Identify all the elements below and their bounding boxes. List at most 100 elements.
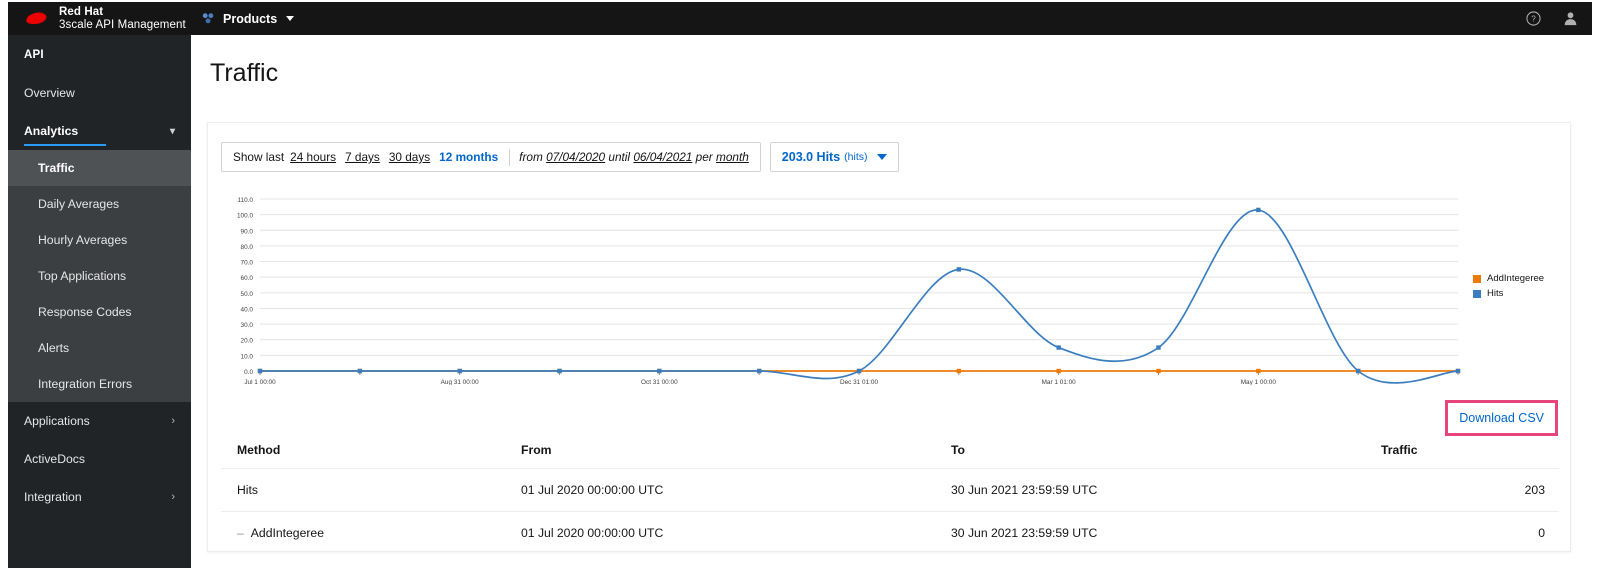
legend-swatch xyxy=(1473,274,1481,283)
svg-text:Dec 31 01:00: Dec 31 01:00 xyxy=(840,379,878,385)
chart-legend: AddIntegeree Hits xyxy=(1473,273,1544,303)
sidebar-item-label: Analytics xyxy=(24,124,79,138)
red-hat-logo-icon xyxy=(22,9,52,29)
sidebar-item-top-applications[interactable]: Top Applications xyxy=(8,258,191,294)
masthead: Red Hat 3scale API Management Products ? xyxy=(8,2,1592,35)
masthead-actions: ? xyxy=(1526,11,1592,26)
sidebar-item-analytics[interactable]: Analytics ▾ xyxy=(8,112,191,150)
brand-name: Red Hat xyxy=(59,6,104,19)
until-word: until xyxy=(608,150,631,164)
metric-value: 203.0 Hits xyxy=(781,150,841,164)
brand-text: Red Hat 3scale API Management xyxy=(59,6,186,30)
user-avatar-icon[interactable] xyxy=(1563,11,1578,26)
filter-toolbar: Show last 24 hours 7 days 30 days 12 mon… xyxy=(208,123,1570,172)
svg-text:50.0: 50.0 xyxy=(241,291,254,298)
svg-text:80.0: 80.0 xyxy=(241,244,254,251)
legend-item-addintegeree[interactable]: AddIntegeree xyxy=(1473,273,1544,284)
traffic-card: Show last 24 hours 7 days 30 days 12 mon… xyxy=(207,122,1571,552)
svg-text:60.0: 60.0 xyxy=(241,275,254,282)
per-word: per xyxy=(695,150,713,164)
svg-text:Oct 31 00:00: Oct 31 00:00 xyxy=(641,379,678,385)
svg-text:110.0: 110.0 xyxy=(237,197,253,204)
chevron-right-icon: › xyxy=(171,491,175,503)
range-7-days[interactable]: 7 days xyxy=(345,150,380,164)
table-row[interactable]: – AddIntegeree 01 Jul 2020 00:00:00 UTC 3… xyxy=(221,511,1559,554)
child-row-indent-icon: – xyxy=(237,526,244,540)
sidebar-subitem-label: Alerts xyxy=(38,341,70,355)
column-header-to: To xyxy=(951,443,965,457)
traffic-analytics-page: Red Hat 3scale API Management Products ? xyxy=(0,0,1600,570)
table-row[interactable]: Hits 01 Jul 2020 00:00:00 UTC 30 Jun 202… xyxy=(221,468,1559,511)
cell-traffic: 203 xyxy=(1524,483,1545,497)
metric-selector[interactable]: 203.0 Hits (hits) xyxy=(769,142,899,172)
range-30-days[interactable]: 30 days xyxy=(389,150,430,164)
cell-method: Hits xyxy=(237,483,258,497)
sidebar-item-integration-errors[interactable]: Integration Errors xyxy=(8,366,191,402)
chart-svg: 0.0 10.0 20.0 30.0 40.0 50.0 60.0 70.0 80.0 90.0 1… xyxy=(237,197,1461,385)
svg-text:?: ? xyxy=(1531,15,1536,24)
sidebar-item-label: ActiveDocs xyxy=(24,452,85,466)
sidebar-item-integration[interactable]: Integration › xyxy=(8,478,191,516)
sidebar-subitem-label: Response Codes xyxy=(38,305,132,319)
svg-text:90.0: 90.0 xyxy=(241,228,254,235)
svg-text:10.0: 10.0 xyxy=(241,353,254,360)
cell-to: 30 Jun 2021 23:59:59 UTC xyxy=(951,483,1098,497)
from-date[interactable]: 07/04/2020 xyxy=(546,150,605,164)
toolbar-divider xyxy=(509,148,511,166)
until-date[interactable]: 06/04/2021 xyxy=(633,150,692,164)
svg-text:May 1 00:00: May 1 00:00 xyxy=(1241,379,1277,385)
sidebar-section-title: API xyxy=(24,49,44,61)
svg-text:Jul 1 00:00: Jul 1 00:00 xyxy=(244,379,276,385)
sidebar-item-hourly-averages[interactable]: Hourly Averages xyxy=(8,222,191,258)
sidebar-subitem-label: Traffic xyxy=(38,161,75,175)
column-header-traffic: Traffic xyxy=(1381,443,1418,457)
sidebar-item-activedocs[interactable]: ActiveDocs xyxy=(8,440,191,478)
analytics-submenu: Traffic Daily Averages Hourly Averages T… xyxy=(8,150,191,402)
brand-logo[interactable]: Red Hat 3scale API Management xyxy=(8,6,188,31)
svg-text:0.0: 0.0 xyxy=(244,369,253,376)
svg-text:40.0: 40.0 xyxy=(241,306,254,313)
sidebar-item-label: Overview xyxy=(24,86,75,100)
traffic-chart: 0.0 10.0 20.0 30.0 40.0 50.0 60.0 70.0 80.0 90.0 1… xyxy=(208,185,1572,385)
column-header-method: Method xyxy=(237,443,281,457)
cell-from: 01 Jul 2020 00:00:00 UTC xyxy=(521,483,664,497)
per-unit[interactable]: month xyxy=(716,150,749,164)
cell-method-label: AddIntegeree xyxy=(250,526,324,540)
range-24-hours[interactable]: 24 hours xyxy=(290,150,336,164)
legend-item-hits[interactable]: Hits xyxy=(1473,288,1544,299)
products-label: Products xyxy=(223,11,278,26)
sidebar-item-label: Applications xyxy=(24,414,90,428)
sidebar-item-applications[interactable]: Applications › xyxy=(8,402,191,440)
sidebar-item-daily-averages[interactable]: Daily Averages xyxy=(8,186,191,222)
sidebar-subitem-label: Daily Averages xyxy=(38,197,120,211)
sidebar-item-response-codes[interactable]: Response Codes xyxy=(8,294,191,330)
table-header-row: Method From To Traffic xyxy=(221,443,1559,468)
download-csv-highlight: Download CSV xyxy=(1445,400,1558,436)
show-last-label: Show last xyxy=(233,150,285,164)
cell-from: 01 Jul 2020 00:00:00 UTC xyxy=(521,526,664,540)
sidebar-subitem-label: Hourly Averages xyxy=(38,233,128,247)
sidebar-item-traffic[interactable]: Traffic xyxy=(8,150,191,186)
legend-label: Hits xyxy=(1487,288,1504,299)
svg-text:30.0: 30.0 xyxy=(241,322,254,329)
sidebar-subitem-label: Integration Errors xyxy=(38,377,133,391)
sidebar-item-overview[interactable]: Overview xyxy=(8,74,191,112)
svg-text:20.0: 20.0 xyxy=(241,338,254,345)
help-circle-icon[interactable]: ? xyxy=(1526,11,1541,26)
sidebar-item-alerts[interactable]: Alerts xyxy=(8,330,191,366)
chevron-down-icon: ▾ xyxy=(169,125,175,137)
sidebar: API Overview Analytics ▾ Traffic Daily A… xyxy=(8,35,191,568)
range-12-months[interactable]: 12 months xyxy=(439,150,498,164)
cell-to: 30 Jun 2021 23:59:59 UTC xyxy=(951,526,1098,540)
traffic-table: Method From To Traffic Hits 01 Jul 2020 … xyxy=(221,443,1559,554)
download-csv-link[interactable]: Download CSV xyxy=(1459,411,1544,425)
legend-label: AddIntegeree xyxy=(1487,273,1545,284)
sidebar-item-label: Integration xyxy=(24,490,82,504)
products-menu[interactable]: Products xyxy=(201,2,295,35)
cell-traffic: 0 xyxy=(1538,526,1545,540)
legend-swatch xyxy=(1473,289,1481,298)
svg-text:100.0: 100.0 xyxy=(237,213,253,220)
column-header-from: From xyxy=(521,443,552,457)
page-title: Traffic xyxy=(210,59,279,87)
download-csv-area: Download CSV xyxy=(1445,400,1558,436)
